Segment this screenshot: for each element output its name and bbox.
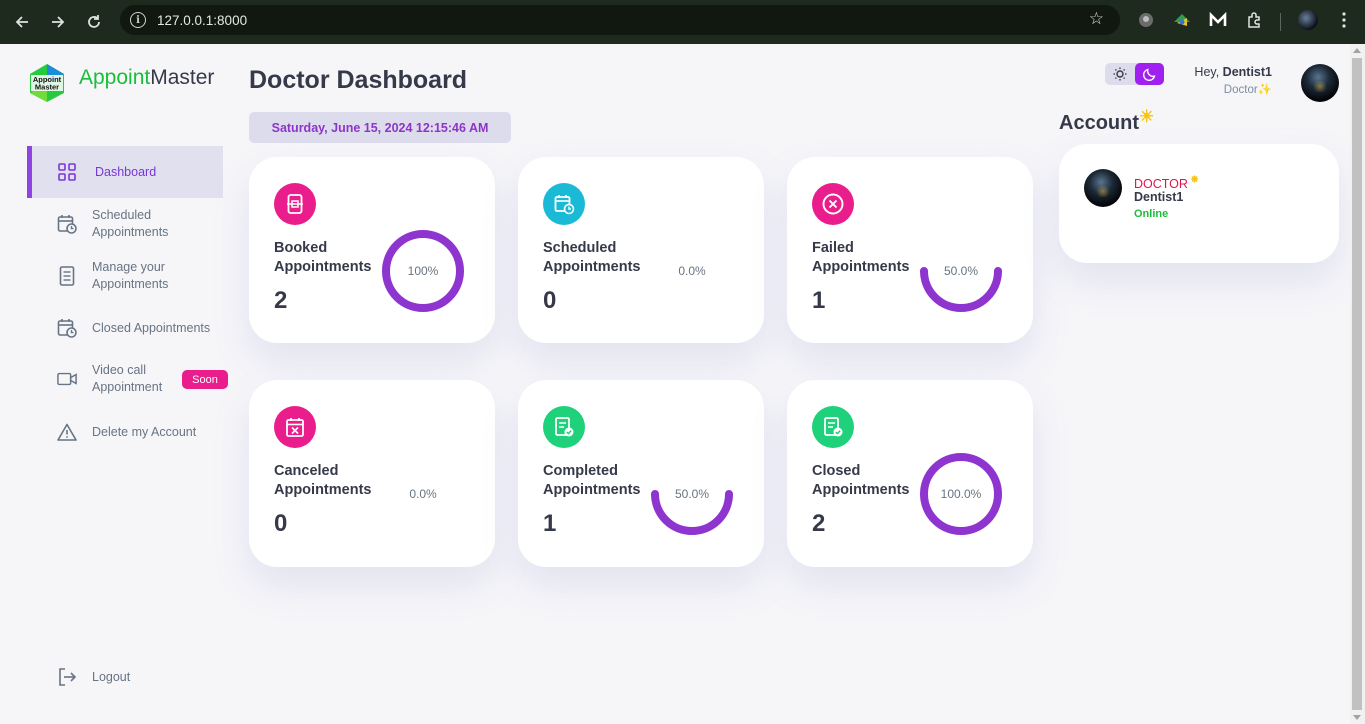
sun-emoji-icon: ☀	[1139, 107, 1155, 126]
card-title: Booked Appointments	[274, 240, 372, 275]
card-title: Failed Appointments	[812, 240, 910, 275]
menu-icon[interactable]	[1334, 10, 1354, 30]
card-percent: 100.0%	[940, 487, 982, 501]
sidebar-item-label: Closed Appointments	[92, 320, 211, 335]
card-value: 2	[812, 510, 826, 537]
sidebar-item-scheduled[interactable]: Scheduled Appointments	[27, 206, 223, 242]
logout-button[interactable]: Logout	[27, 666, 223, 688]
sidebar-item-label: Video call Appointment	[92, 363, 163, 394]
bookmark-star-icon[interactable]: ☆	[1089, 9, 1104, 29]
video-icon	[57, 369, 77, 389]
stat-card-completed: Completed Appointments 1 50.0%	[518, 380, 764, 567]
card-percent: 50.0%	[674, 487, 710, 501]
soon-badge: Soon	[182, 370, 228, 389]
scrollbar-thumb[interactable]	[1352, 58, 1362, 710]
sidebar-item-label: Delete my Account	[92, 424, 197, 439]
moon-icon[interactable]	[1135, 63, 1164, 85]
site-info-icon[interactable]: i	[130, 12, 146, 28]
page-scrollbar[interactable]	[1350, 44, 1365, 724]
forward-icon[interactable]	[40, 4, 76, 40]
sidebar-item-delete-account[interactable]: Delete my Account	[27, 421, 223, 443]
x-circle-icon	[812, 183, 854, 225]
toolbar-divider	[1280, 13, 1281, 31]
calendar-clock-icon	[543, 183, 585, 225]
card-value: 1	[812, 287, 826, 314]
stat-card-failed: Failed Appointments 1 50.0%	[787, 157, 1033, 343]
sidebar-item-dashboard[interactable]: Dashboard	[27, 146, 223, 198]
card-value: 2	[274, 287, 288, 314]
stat-card-canceled: Canceled Appointments 0 0.0%	[249, 380, 495, 567]
extension-icon[interactable]	[1172, 10, 1192, 30]
extension-icon[interactable]	[1136, 10, 1156, 30]
card-percent: 100%	[407, 264, 439, 278]
brand-name-part2: Master	[150, 66, 215, 89]
reload-icon[interactable]	[76, 4, 112, 40]
greeting: Hey, Dentist1	[1194, 65, 1272, 79]
document-icon	[57, 266, 77, 286]
account-avatar	[1084, 169, 1122, 207]
sidebar-item-closed[interactable]: Closed Appointments	[27, 317, 223, 339]
booked-icon	[274, 183, 316, 225]
brand-name[interactable]: AppointMaster	[79, 66, 214, 90]
theme-toggle[interactable]	[1105, 63, 1164, 85]
card-value: 0	[274, 510, 288, 537]
avatar[interactable]	[1301, 64, 1339, 102]
account-name: Dentist1	[1134, 190, 1184, 204]
logout-icon	[57, 667, 77, 687]
stat-card-scheduled: Scheduled Appointments 0 0.0%	[518, 157, 764, 343]
header-username: Dentist1	[1222, 65, 1272, 79]
account-title: Account☀	[1059, 107, 1154, 135]
online-status: Online	[1134, 208, 1169, 220]
brand-logo[interactable]: Appoint Master	[27, 63, 67, 103]
sun-icon[interactable]	[1105, 63, 1134, 85]
url-text: 127.0.0.1:8000	[157, 12, 248, 28]
extensions-puzzle-icon[interactable]	[1244, 10, 1264, 30]
card-percent: 0.0%	[409, 487, 437, 501]
extension-icon[interactable]	[1208, 10, 1228, 30]
calendar-clock-icon	[57, 214, 77, 234]
document-check-icon	[543, 406, 585, 448]
calendar-clock-icon	[57, 318, 77, 338]
card-title: Completed Appointments	[543, 463, 641, 498]
page-title: Doctor Dashboard	[249, 66, 468, 94]
stat-card-closed: Closed Appointments 2 100.0%	[787, 380, 1033, 567]
card-title: Scheduled Appointments	[543, 240, 641, 275]
datetime-display: Saturday, June 15, 2024 12:15:46 AM	[249, 112, 511, 143]
address-bar[interactable]: i 127.0.0.1:8000 ☆	[120, 5, 1120, 35]
account-role-text: DOCTOR	[1134, 177, 1188, 191]
logout-label: Logout	[92, 669, 131, 684]
sidebar-item-label: Scheduled Appointments	[92, 208, 169, 239]
header-role: Doctor✨	[1224, 82, 1272, 96]
svg-text:Master: Master	[35, 83, 59, 92]
browser-toolbar: i 127.0.0.1:8000 ☆	[0, 0, 1365, 44]
document-check-icon	[812, 406, 854, 448]
scroll-up-icon[interactable]	[1353, 48, 1361, 53]
star-icon: ✸	[1189, 174, 1200, 186]
card-title: Closed Appointments	[812, 463, 910, 498]
greeting-prefix: Hey,	[1194, 65, 1223, 79]
card-percent: 0.0%	[678, 264, 706, 278]
grid-icon	[57, 162, 77, 182]
sparkle-icon: ✨	[1257, 84, 1272, 96]
sidebar-item-label: Manage your Appointments	[92, 260, 169, 291]
sidebar-item-label: Dashboard	[95, 164, 157, 179]
header-role-text: Doctor	[1223, 84, 1258, 96]
calendar-x-icon	[274, 406, 316, 448]
brand-name-part1: Appoint	[79, 66, 151, 89]
stat-card-booked: Booked Appointments 2 100%	[249, 157, 495, 343]
card-value: 1	[543, 510, 557, 537]
profile-avatar[interactable]	[1298, 10, 1318, 30]
card-title: Canceled Appointments	[274, 463, 372, 498]
account-title-text: Account	[1059, 112, 1139, 134]
back-icon[interactable]	[4, 4, 40, 40]
sidebar-item-manage[interactable]: Manage your Appointments	[27, 258, 223, 294]
card-percent: 50.0%	[943, 264, 979, 278]
warning-icon	[57, 422, 77, 442]
account-role: DOCTOR ✸	[1134, 173, 1199, 191]
card-value: 0	[543, 287, 557, 314]
scroll-down-icon[interactable]	[1353, 715, 1361, 720]
